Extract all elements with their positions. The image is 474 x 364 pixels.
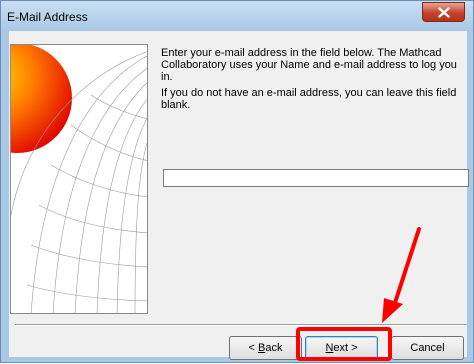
- back-prefix: <: [248, 342, 258, 354]
- title-bar[interactable]: E-Mail Address: [1, 1, 473, 31]
- next-highlight-box: [296, 327, 392, 361]
- email-field[interactable]: [163, 169, 469, 187]
- dialog-body: Enter your e-mail address in the field b…: [9, 31, 469, 360]
- wizard-globe-art: [11, 45, 147, 313]
- window-title: E-Mail Address: [7, 10, 88, 24]
- close-icon: [437, 6, 450, 18]
- wizard-window: E-Mail Address Enter your e-mail address…: [0, 0, 474, 363]
- cancel-button[interactable]: Cancel: [391, 336, 464, 360]
- close-button[interactable]: [422, 2, 465, 22]
- blank-note-text: If you do not have an e-mail address, yo…: [161, 87, 457, 111]
- instruction-text: Enter your e-mail address in the field b…: [161, 47, 457, 83]
- back-button[interactable]: < Back: [229, 336, 302, 360]
- wizard-art-panel: [10, 44, 148, 314]
- back-rest: ack: [265, 342, 283, 354]
- button-separator: [15, 324, 467, 326]
